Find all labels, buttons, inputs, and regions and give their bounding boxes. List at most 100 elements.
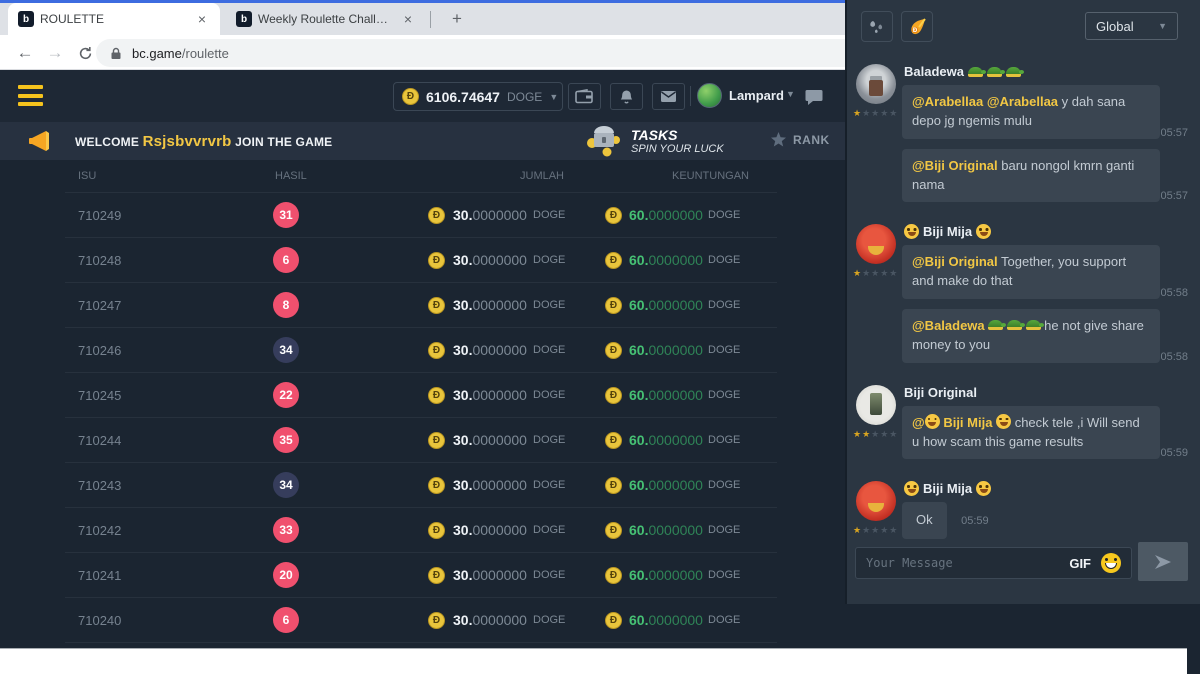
result-badge: 35 <box>273 427 299 453</box>
tasks-title: TASKS <box>631 128 724 143</box>
notifications-button[interactable] <box>610 83 643 110</box>
bet-currency: DOGE <box>533 479 565 491</box>
messages-button[interactable] <box>652 83 685 110</box>
message-time: 05:57 <box>1160 190 1188 202</box>
round-id: 710243 <box>78 478 121 493</box>
table-row[interactable]: 710241 20 30.0000000 DOGE 60.0000000 DOG… <box>65 553 777 598</box>
profit-amount: 60.0000000 <box>629 567 703 583</box>
chat-panel: Ð Global ▼ ★★★★★ Baladewa @Arabellaa @Ar… <box>845 0 1200 604</box>
avatar[interactable] <box>856 385 896 425</box>
column-header-isu: ISU <box>78 170 96 182</box>
forward-button[interactable]: → <box>42 40 68 66</box>
laughing-emoji-icon <box>925 414 940 429</box>
result-badge: 34 <box>273 337 299 363</box>
doge-coin-icon <box>428 207 445 224</box>
emoji-picker-icon[interactable] <box>1101 553 1121 573</box>
balance-selector[interactable]: 6106.74647 DOGE ▼ <box>393 82 563 111</box>
mention-link[interactable]: @Arabellaa @Arabellaa <box>912 94 1058 109</box>
table-row[interactable]: 710247 8 30.0000000 DOGE 60.0000000 DOGE <box>65 283 777 328</box>
doge-coin-icon <box>605 477 622 494</box>
avatar[interactable] <box>856 481 896 521</box>
tab-weekly-challenge[interactable]: b Weekly Roulette Challenge - Win × <box>226 3 426 35</box>
rank-label: RANK <box>793 133 830 147</box>
avatar[interactable] <box>856 64 896 104</box>
user-name[interactable]: Lampard <box>729 88 784 103</box>
chat-input-row: GIF <box>847 545 1200 581</box>
wallet-icon <box>575 89 594 104</box>
tasks-subtitle: SPIN YOUR LUCK <box>631 143 724 155</box>
close-tab-icon[interactable]: × <box>194 11 210 27</box>
turtle-emoji-icon <box>1026 320 1041 330</box>
mention-link[interactable]: @Biji Original <box>912 158 998 173</box>
avatar[interactable] <box>856 224 896 264</box>
chat-toggle-button[interactable] <box>800 83 827 110</box>
menu-hamburger-icon[interactable] <box>18 85 43 106</box>
tab-separator <box>430 11 431 28</box>
table-row[interactable]: 710244 35 30.0000000 DOGE 60.0000000 DOG… <box>65 418 777 463</box>
bcgame-favicon: b <box>18 11 34 27</box>
chevron-down-icon: ▼ <box>786 89 795 99</box>
turtle-emoji-icon <box>1007 320 1022 330</box>
table-row[interactable]: 710246 34 30.0000000 DOGE 60.0000000 DOG… <box>65 328 777 373</box>
gif-button[interactable]: GIF <box>1069 556 1091 571</box>
profit-currency: DOGE <box>708 434 740 446</box>
chat-message-input[interactable] <box>866 556 1059 570</box>
chat-channel-select[interactable]: Global ▼ <box>1085 12 1178 40</box>
welcome-username[interactable]: Rsjsbvvrvrb <box>143 133 232 150</box>
user-avatar[interactable] <box>697 83 722 108</box>
reload-button[interactable] <box>72 40 98 66</box>
profit-amount: 60.0000000 <box>629 252 703 268</box>
chat-bubble: @Arabellaa @Arabellaa y dah sana depo jg… <box>902 85 1160 139</box>
wallet-button[interactable] <box>568 83 601 110</box>
back-button[interactable]: ← <box>12 40 38 66</box>
new-tab-button[interactable]: + <box>444 7 470 31</box>
header-divider <box>690 86 691 106</box>
bet-amount: 30.0000000 <box>453 342 527 358</box>
mention-link[interactable]: @Biji Original <box>912 254 998 269</box>
coin-drop-button[interactable]: Ð <box>901 11 933 42</box>
mention-link[interactable]: @ <box>912 415 925 430</box>
chat-messages[interactable]: ★★★★★ Baladewa @Arabellaa @Arabellaa y d… <box>847 56 1200 561</box>
chat-username[interactable]: Baladewa <box>904 64 964 79</box>
chat-username[interactable]: Biji Mija <box>923 224 972 239</box>
doge-coin-icon <box>428 612 445 629</box>
send-message-button[interactable] <box>1138 542 1188 581</box>
table-row[interactable]: 710243 34 30.0000000 DOGE 60.0000000 DOG… <box>65 463 777 508</box>
bet-currency: DOGE <box>533 254 565 266</box>
close-tab-icon[interactable]: × <box>400 11 416 27</box>
chat-bubble: @Baladewa he not give share money to you <box>902 309 1160 363</box>
doge-coin-icon <box>428 387 445 404</box>
chat-bubble-icon <box>805 89 823 105</box>
table-row[interactable]: 710248 6 30.0000000 DOGE 60.0000000 DOGE <box>65 238 777 283</box>
chat-username[interactable]: Biji Mija <box>923 481 972 496</box>
bet-amount: 30.0000000 <box>453 612 527 628</box>
bet-amount: 30.0000000 <box>453 387 527 403</box>
table-row[interactable]: 710240 6 30.0000000 DOGE 60.0000000 DOGE <box>65 598 777 643</box>
doge-coin-icon <box>605 567 622 584</box>
mention-link[interactable]: @Baladewa <box>912 318 985 333</box>
round-id: 710242 <box>78 523 121 538</box>
rain-drops-icon <box>868 18 886 36</box>
chat-channel-value: Global <box>1096 19 1134 34</box>
chat-bubble: @ Biji Mija check tele ,i Will send u ho… <box>902 406 1160 460</box>
chat-message: ★★★★★ Baladewa @Arabellaa @Arabellaa y d… <box>847 56 1200 216</box>
doge-coin-icon <box>605 252 622 269</box>
tasks-widget[interactable]: TASKS SPIN YOUR LUCK <box>585 125 724 157</box>
profit-currency: DOGE <box>708 254 740 266</box>
mention-link[interactable]: Biji Mija <box>943 415 992 430</box>
table-row[interactable]: 710249 31 30.0000000 DOGE 60.0000000 DOG… <box>65 193 777 238</box>
profit-amount: 60.0000000 <box>629 432 703 448</box>
tab-roulette[interactable]: b ROULETTE × <box>8 3 220 35</box>
chat-header: Ð Global ▼ <box>847 0 1200 52</box>
doge-coin-icon <box>402 88 419 105</box>
rank-button[interactable]: RANK <box>770 132 830 148</box>
table-row[interactable]: 710245 22 30.0000000 DOGE 60.0000000 DOG… <box>65 373 777 418</box>
result-badge: 31 <box>273 202 299 228</box>
chat-username[interactable]: Biji Original <box>904 385 977 400</box>
round-id: 710245 <box>78 388 121 403</box>
doge-coin-icon <box>428 297 445 314</box>
table-row[interactable]: 710242 33 30.0000000 DOGE 60.0000000 DOG… <box>65 508 777 553</box>
doge-coin-icon <box>605 342 622 359</box>
rain-button[interactable] <box>861 11 893 42</box>
profit-currency: DOGE <box>708 209 740 221</box>
